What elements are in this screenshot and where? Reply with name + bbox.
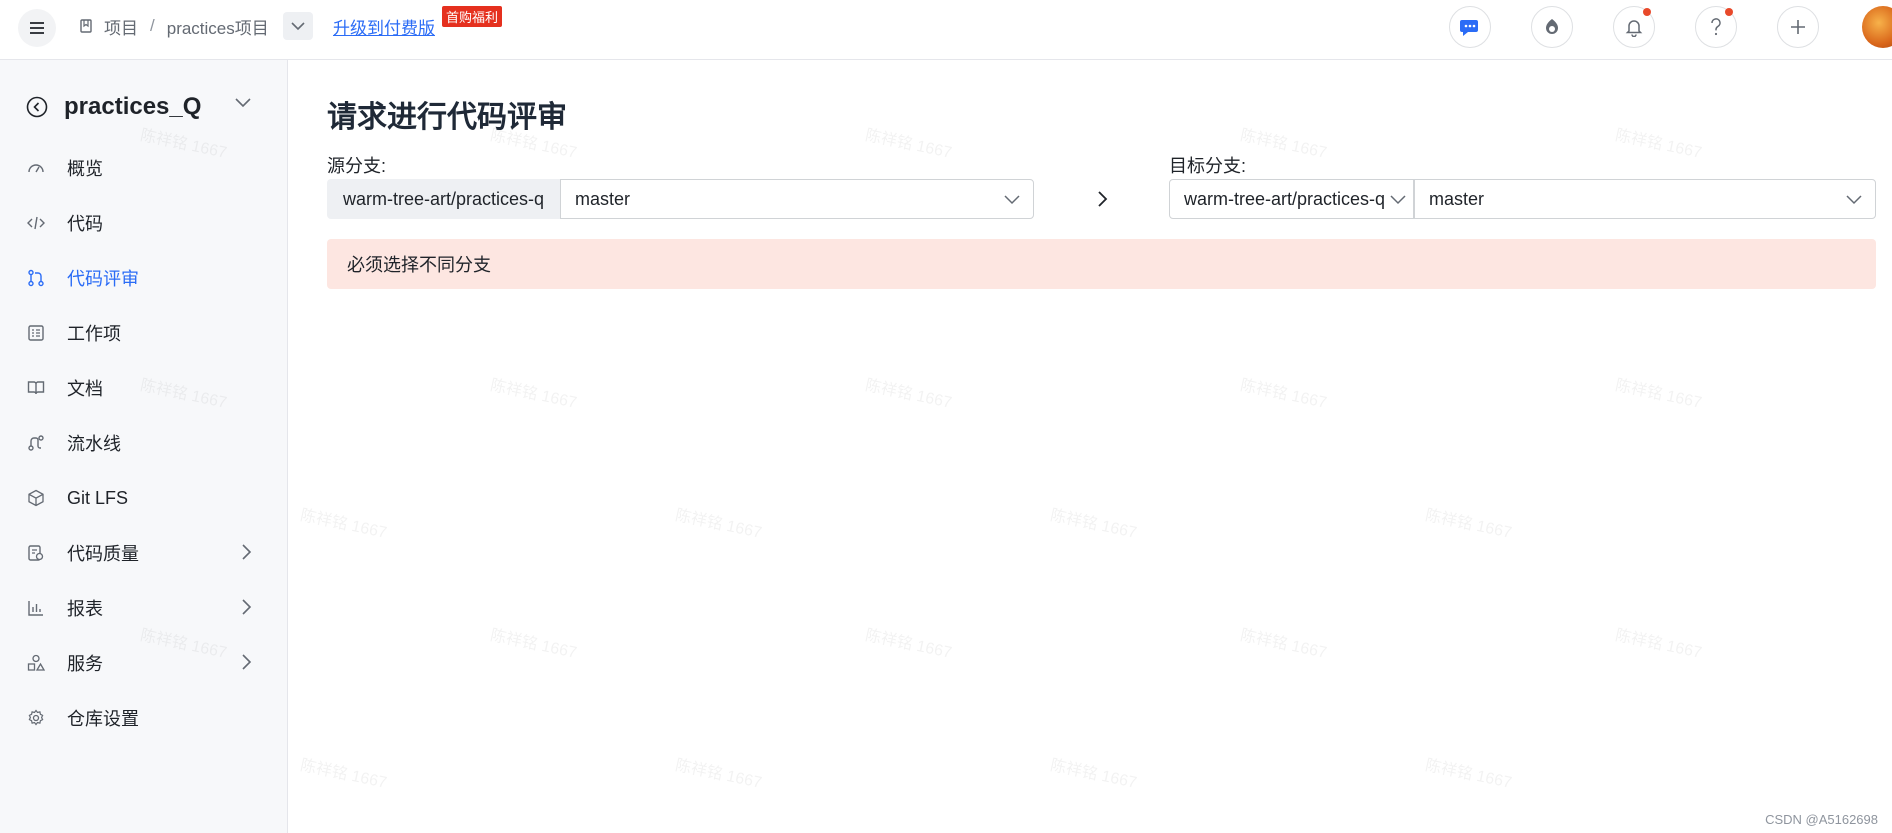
- target-repo-select[interactable]: warm-tree-art/practices-q: [1169, 179, 1414, 219]
- chat-button[interactable]: [1449, 6, 1491, 48]
- chat-icon: [1460, 20, 1478, 36]
- copilot-button[interactable]: [1531, 6, 1573, 48]
- sidebar-item-label: Git LFS: [67, 487, 129, 508]
- breadcrumb: 项目 / practices项目: [78, 14, 269, 38]
- pipeline-icon: [28, 435, 44, 451]
- sidebar-item-code-review[interactable]: 代码评审: [0, 258, 288, 298]
- breadcrumb-separator: /: [150, 16, 155, 35]
- source-repo: warm-tree-art/practices-q: [327, 179, 560, 219]
- sidebar-item-docs[interactable]: 文档: [0, 368, 288, 408]
- sidebar-item-pipeline[interactable]: 流水线: [0, 423, 288, 463]
- merge-request-icon: [28, 269, 44, 287]
- chevron-right-icon: [242, 544, 252, 560]
- sidebar-item-label: 服务: [67, 654, 103, 674]
- chevron-right-icon: [1098, 191, 1108, 207]
- source-branch-label: 源分支:: [327, 156, 387, 176]
- gear-icon: [28, 709, 44, 726]
- chevron-down-icon: [1004, 195, 1020, 205]
- sidebar-item-git-lfs[interactable]: Git LFS: [0, 478, 288, 518]
- target-branch-value: master: [1429, 188, 1485, 209]
- chevron-down-icon: [291, 21, 305, 30]
- sidebar-item-code-quality[interactable]: 代码质量: [0, 533, 288, 573]
- sidebar-item-label: 流水线: [67, 434, 121, 454]
- work-item-icon: [28, 325, 44, 341]
- code-icon: [27, 216, 45, 230]
- create-button[interactable]: [1777, 6, 1819, 48]
- quality-icon: [28, 545, 44, 561]
- repo-icon: [80, 19, 92, 33]
- sidebar-item-label: 文档: [67, 379, 103, 399]
- sidebar-item-overview[interactable]: 概览: [0, 148, 288, 188]
- chevron-down-icon: [1390, 195, 1406, 205]
- help-icon: [1711, 18, 1721, 36]
- plus-icon: [1791, 20, 1805, 34]
- sidebar-item-label: 报表: [67, 599, 103, 619]
- chevron-down-icon[interactable]: [234, 97, 252, 108]
- menu-button[interactable]: [18, 9, 56, 47]
- top-bar: 项目 / practices项目 升级到付费版 首购福利: [0, 0, 1892, 60]
- chevron-down-icon: [1846, 195, 1862, 205]
- breadcrumb-root[interactable]: 项目: [104, 14, 138, 39]
- main-content: 请求进行代码评审 源分支: warm-tree-art/practices-q …: [289, 60, 1892, 833]
- page-title: 请求进行代码评审: [327, 101, 567, 134]
- target-branch-select[interactable]: master: [1414, 179, 1876, 219]
- sidebar-item-label: 代码: [67, 214, 103, 234]
- breadcrumb-project[interactable]: practices项目: [167, 14, 269, 39]
- hamburger-icon: [30, 22, 44, 34]
- book-icon: [27, 381, 45, 395]
- sidebar-item-label: 概览: [67, 159, 103, 179]
- target-branch-label: 目标分支:: [1169, 156, 1247, 176]
- sidebar-item-work-items[interactable]: 工作项: [0, 313, 288, 353]
- help-button[interactable]: [1695, 6, 1737, 48]
- error-alert-text: 必须选择不同分支: [347, 255, 491, 275]
- cube-icon: [28, 489, 44, 507]
- error-alert: 必须选择不同分支: [327, 239, 1876, 289]
- upgrade-link[interactable]: 升级到付费版: [333, 14, 435, 39]
- avatar[interactable]: [1862, 6, 1892, 48]
- sidebar-item-reports[interactable]: 报表: [0, 588, 288, 628]
- promo-badge: 首购福利: [442, 6, 503, 27]
- sidebar-item-label: 工作项: [67, 324, 121, 344]
- sidebar-item-label: 代码评审: [67, 269, 139, 289]
- source-branch-value: master: [575, 188, 631, 209]
- chevron-right-icon: [242, 654, 252, 670]
- copilot-icon: [1546, 19, 1558, 34]
- notification-dot: [1643, 8, 1651, 16]
- source-credit: CSDN @A5162698: [1765, 812, 1878, 827]
- shapes-icon: [27, 654, 45, 671]
- chevron-right-icon: [242, 599, 252, 615]
- target-repo-value: warm-tree-art/practices-q: [1184, 188, 1386, 209]
- sidebar-item-label: 仓库设置: [67, 709, 139, 729]
- help-dot: [1725, 8, 1733, 16]
- sidebar: practices_Q 概览 代码 代码评审 工作项 文档 流水线 Git LF…: [0, 60, 288, 833]
- sidebar-item-code[interactable]: 代码: [0, 203, 288, 243]
- project-switch-dropdown[interactable]: [283, 12, 313, 40]
- bell-icon: [1625, 20, 1643, 37]
- project-name: practices_Q: [64, 93, 202, 120]
- sidebar-item-label: 代码质量: [67, 544, 139, 564]
- sidebar-item-repo-settings[interactable]: 仓库设置: [0, 698, 288, 738]
- chart-icon: [28, 601, 43, 616]
- project-header[interactable]: practices_Q: [26, 93, 251, 121]
- source-branch-select[interactable]: master: [560, 179, 1034, 219]
- back-circle-icon[interactable]: [26, 96, 48, 118]
- dashboard-icon: [28, 164, 44, 173]
- notification-button[interactable]: [1613, 6, 1655, 48]
- sidebar-item-services[interactable]: 服务: [0, 643, 288, 683]
